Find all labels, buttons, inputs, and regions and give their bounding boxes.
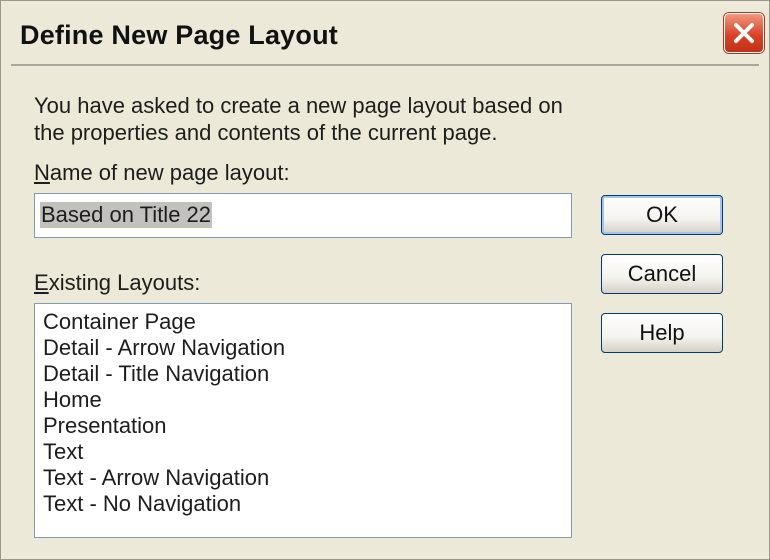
close-button[interactable] — [724, 13, 764, 53]
cancel-button[interactable]: Cancel — [601, 254, 723, 294]
list-item[interactable]: Text - Arrow Navigation — [43, 465, 269, 491]
name-label-accesskey: N — [34, 160, 50, 185]
list-item[interactable]: Text - No Navigation — [43, 491, 241, 517]
define-page-layout-dialog: Define New Page Layout You have asked to… — [0, 0, 770, 560]
list-item[interactable]: Container Page — [43, 309, 196, 335]
dialog-title: Define New Page Layout — [20, 20, 338, 50]
list-item[interactable]: Text — [43, 439, 83, 465]
existing-layouts-list[interactable]: Container Page Detail - Arrow Navigation… — [34, 303, 572, 538]
close-icon — [734, 23, 754, 43]
existing-label-accesskey: E — [34, 270, 49, 295]
description-text: You have asked to create a new page layo… — [34, 93, 563, 145]
existing-label-text: xisting Layouts: — [48, 270, 201, 295]
title-bar[interactable]: Define New Page Layout — [1, 1, 769, 79]
name-label: Name of new page layout: — [34, 160, 290, 186]
ok-button[interactable]: OK — [601, 195, 723, 235]
name-label-text: ame of new page layout: — [49, 160, 290, 185]
layout-name-value: Based on Title 22 — [40, 202, 213, 228]
list-item[interactable]: Presentation — [43, 413, 167, 439]
existing-layouts-label: Existing Layouts: — [34, 270, 200, 296]
help-button[interactable]: Help — [601, 313, 723, 353]
title-separator — [11, 64, 759, 66]
list-item[interactable]: Detail - Title Navigation — [43, 361, 269, 387]
list-item[interactable]: Home — [43, 387, 102, 413]
layout-name-input[interactable]: Based on Title 22 — [34, 193, 572, 238]
list-item[interactable]: Detail - Arrow Navigation — [43, 335, 285, 361]
